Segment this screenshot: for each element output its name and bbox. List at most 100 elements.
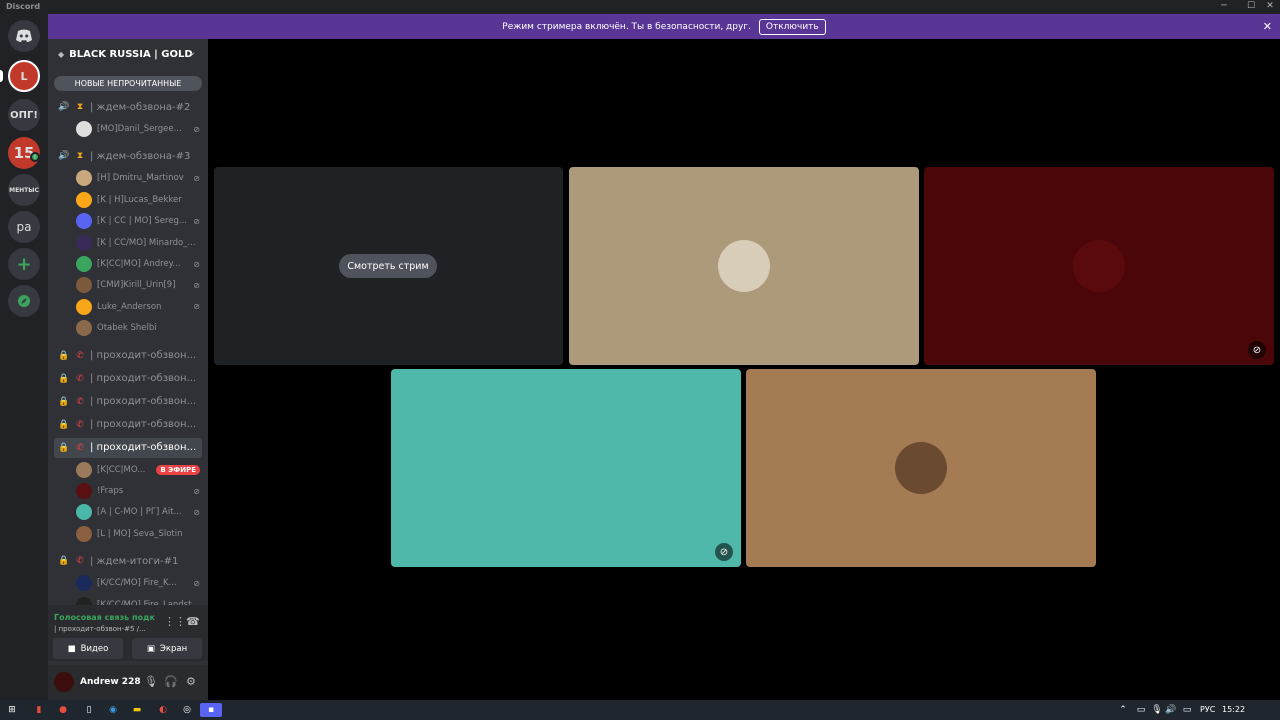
avatar — [76, 461, 92, 478]
voice-user[interactable]: [A | C-MO | РГ] Ait... ⊘ — [76, 502, 200, 522]
close-icon[interactable]: ✕ — [1262, 1, 1278, 11]
server-opg-icon[interactable]: ОПГ! — [8, 99, 40, 131]
notification-badge: ! — [30, 152, 40, 162]
microphone-muted-icon[interactable]: 🎙 — [144, 675, 158, 688]
voice-user[interactable]: [K|CC|MO... В ЭФИРЕ — [76, 460, 200, 480]
voice-channel[interactable]: 🔒 ✆ | проходит-обзвон... — [54, 346, 202, 366]
maximize-icon[interactable]: ☐ — [1243, 1, 1259, 11]
phone-icon: ✆ — [76, 373, 84, 384]
voice-channel[interactable]: 🔒 ✆ | проходит-обзвон... — [54, 369, 202, 389]
server-name: BLACK RUSSIA | GOLD — [69, 48, 193, 60]
voice-channel-text[interactable]: | проходит-обзвон-#5 /... — [54, 625, 146, 633]
yandex-browser-icon[interactable]: ● — [56, 703, 70, 717]
voice-user[interactable]: !Fraps ⊘ — [76, 481, 200, 501]
avatar[interactable] — [54, 672, 74, 692]
windows-taskbar: ⊞ ▮ ● ▯ ◉ ▬ ◐ ◎ ▪ ⌃ ▭ 🎙 🔊 ▭ РУС 15:22 — [0, 700, 1280, 720]
voice-user[interactable]: [K/CC/MO] Fire_Landst... — [76, 595, 200, 605]
voice-channel[interactable]: 🔒 ✆ | проходит-обзвон... — [54, 392, 202, 412]
user-name: Luke_Anderson — [97, 301, 162, 312]
phone-icon: ✆ — [76, 442, 84, 453]
avatar — [76, 277, 92, 294]
monitor-icon[interactable]: ▭ — [1134, 703, 1148, 717]
voice-user[interactable]: [K | CC | MO] Sereg... ⊘ — [76, 211, 200, 231]
screen-label: Экран — [159, 643, 188, 654]
chevron-up-icon[interactable]: ⌃ — [1116, 703, 1130, 717]
language-indicator[interactable]: РУС — [1200, 705, 1215, 714]
watch-stream-button[interactable]: Смотреть стрим — [339, 254, 437, 278]
microphone-icon[interactable]: 🎙 — [1150, 703, 1164, 717]
avatar — [76, 483, 92, 499]
screen-icon: ▣ — [146, 643, 155, 654]
voice-user[interactable]: [СМИ]Kirill_Urin[9] ⊘ — [76, 275, 200, 295]
windows-start-icon[interactable]: ⊞ — [5, 703, 19, 717]
voice-user[interactable]: [K|CC|MO] Andrey... ⊘ — [76, 254, 200, 274]
gear-icon[interactable]: ⚙ — [186, 675, 196, 688]
participant-tile[interactable] — [746, 369, 1096, 567]
mic-muted-icon: ⊘ — [193, 280, 200, 290]
video-icon: ■ — [67, 643, 76, 654]
user-name: [L | MO] Seva_Slotin — [97, 528, 183, 539]
folder-icon[interactable]: ▬ — [130, 703, 144, 717]
streamer-mode-banner: Режим стримера включён. Ты в безопасност… — [48, 14, 1280, 39]
channel-name: | проходит-обзвон... — [90, 350, 197, 362]
mic-muted-icon: ⊘ — [193, 124, 200, 134]
discord-home-icon[interactable] — [8, 20, 40, 52]
voice-channel[interactable]: 🔒 ✆ | проходит-обзвон... — [54, 415, 202, 435]
volume-icon[interactable]: 🔊 — [1164, 703, 1178, 717]
voice-channel[interactable]: 🔊 ⧗ | ждем-обзвона-#3 — [54, 146, 202, 166]
disable-streamer-button[interactable]: Отключить — [758, 18, 826, 35]
obs-icon[interactable]: ◎ — [180, 703, 194, 717]
minimize-icon[interactable]: ─ — [1216, 1, 1232, 11]
avatar — [76, 121, 92, 137]
disconnect-icon[interactable]: ☎ — [186, 615, 200, 628]
server-ra-icon[interactable]: ра — [8, 211, 40, 243]
app-icon[interactable]: ▮ — [32, 703, 46, 717]
edge-icon[interactable]: ◉ — [106, 703, 120, 717]
user-panel: Andrew 228 🎙 🎧 ⚙ — [48, 665, 208, 700]
lock-icon: 🔒 — [58, 442, 70, 453]
noise-suppression-icon[interactable]: ⋮⋮ — [164, 615, 186, 628]
app-icon[interactable]: ◐ — [156, 703, 170, 717]
user-name: [MO]Danil_Sergee... — [97, 124, 182, 134]
voice-channel[interactable]: 🔒 ✆ | ждем-итоги-#1 — [54, 551, 202, 571]
compass-icon[interactable] — [8, 285, 40, 317]
voice-user[interactable]: [K | CC/MO] Minardo_... — [76, 233, 200, 253]
voice-user[interactable]: [Н] Dmitru_Martinov ⊘ — [76, 168, 200, 188]
clock[interactable]: 15:22 — [1222, 705, 1245, 714]
server-l-icon[interactable]: L — [8, 60, 40, 92]
selected-pill — [0, 70, 3, 82]
participant-tile[interactable]: ⊘ — [924, 167, 1274, 365]
mic-muted-icon: ⊘ — [715, 543, 733, 561]
voice-user[interactable]: [K/CC/MO] Fire_K... ⊘ — [76, 573, 200, 593]
voice-user[interactable]: [K | H]Lucas_Bekker — [76, 190, 200, 210]
server-header[interactable]: ◆ BLACK RUSSIA | GOLD ⌄ — [48, 39, 208, 69]
voice-channel[interactable]: 🔒 ✆ | проходит-обзвон... — [54, 437, 202, 458]
new-unread-button[interactable]: НОВЫЕ НЕПРОЧИТАННЫЕ — [54, 76, 202, 91]
server-menty-icon[interactable]: МЕНТЫС — [8, 174, 40, 206]
participant-tile[interactable]: ⊘ — [391, 369, 741, 567]
avatar — [76, 525, 92, 542]
phone-icon: ✆ — [76, 419, 84, 430]
voice-user[interactable]: [MO]Danil_Sergee... ⊘ — [76, 119, 200, 139]
voice-user[interactable]: Otabek Shelbi — [76, 318, 200, 338]
file-icon[interactable]: ▯ — [82, 703, 96, 717]
user-name: [Н] Dmitru_Martinov — [97, 173, 184, 184]
voice-user[interactable]: Luke_Anderson ⊘ — [76, 297, 200, 317]
voice-channel[interactable]: 🔊 ⧗ | ждем-обзвона-#2 — [54, 97, 202, 117]
avatar — [76, 504, 92, 521]
discord-taskbar-icon[interactable]: ▪ — [200, 703, 222, 717]
close-banner-icon[interactable]: ✕ — [1263, 20, 1272, 33]
mic-muted-icon: ⊘ — [193, 507, 200, 517]
avatar — [76, 234, 92, 251]
plus-icon[interactable]: + — [8, 248, 40, 280]
stream-tile[interactable]: Смотреть стрим — [214, 167, 563, 365]
participant-tile[interactable] — [569, 167, 919, 365]
headphones-icon[interactable]: 🎧 — [164, 675, 178, 688]
video-button[interactable]: ■ Видео — [53, 638, 123, 659]
channel-list: 🔊 ⧗ | ждем-обзвона-#2 [MO]Danil_Sergee... ⊘ 🔊… — [48, 95, 208, 605]
channel-name: | проходит-обзвон... — [90, 396, 197, 408]
voice-user[interactable]: [L | MO] Seva_Slotin — [76, 524, 200, 544]
channel-name: | ждем-обзвона-#3 — [90, 150, 191, 162]
network-icon[interactable]: ▭ — [1180, 703, 1194, 717]
screen-share-button[interactable]: ▣ Экран — [132, 638, 202, 659]
